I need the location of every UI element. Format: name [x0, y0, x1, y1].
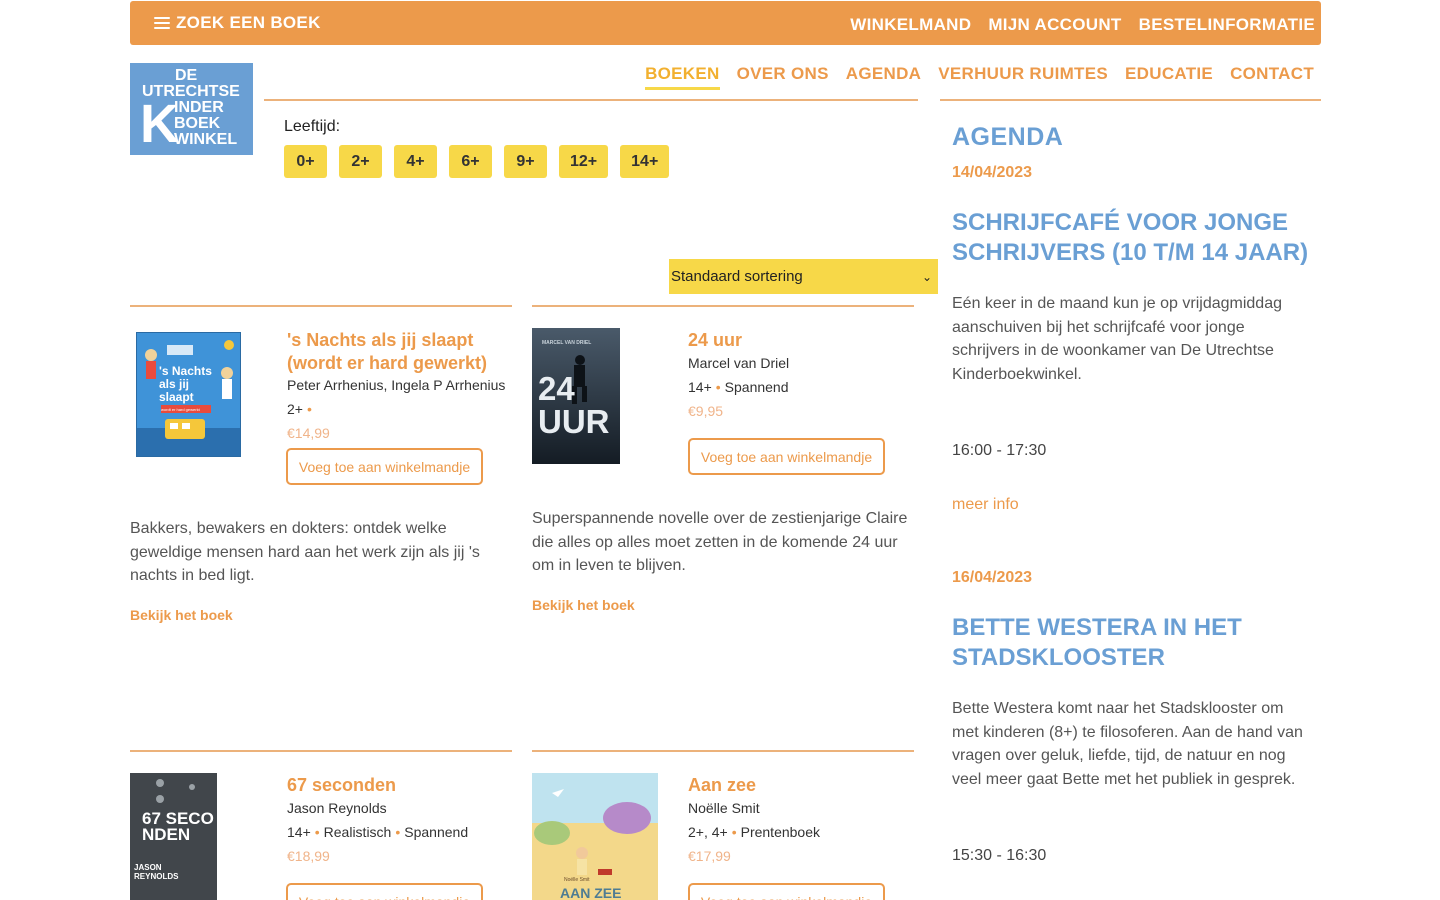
product-author: Noëlle Smit	[688, 800, 760, 816]
separator-dot: •	[314, 824, 320, 840]
product-price: €18,99	[287, 848, 330, 864]
product-price: €9,95	[688, 403, 724, 419]
divider	[940, 99, 1321, 101]
separator-dot: •	[731, 824, 737, 840]
nav-over-ons[interactable]: OVER ONS	[737, 64, 829, 90]
event-title[interactable]: SCHRIJFCAFÉ VOOR JONGE SCHRIJVERS (10 T/…	[952, 208, 1312, 268]
logo-text: BOEK	[174, 115, 221, 132]
product-tag[interactable]: Realistisch	[324, 824, 392, 840]
top-bar: ZOEK EEN BOEK WINKELMAND MIJN ACCOUNT BE…	[130, 1, 1321, 45]
search-book-label: ZOEK EEN BOEK	[176, 13, 321, 32]
add-to-cart-button[interactable]: Voeg toe aan winkelmandje	[688, 883, 885, 900]
product-price: €17,99	[688, 848, 731, 864]
product-author: Peter Arrhenius, Ingela P Arrhenius	[287, 377, 506, 393]
book-cover-title: 67 SECO NDEN	[142, 809, 214, 844]
utility-nav: WINKELMAND MIJN ACCOUNT BESTELINFORMATIE	[850, 15, 1315, 35]
event-time: 15:30 - 16:30	[952, 847, 1047, 864]
product-tags: 14+ • Spannend	[688, 379, 789, 395]
product-author: Marcel van Driel	[688, 355, 790, 371]
product-author: Jason Reynolds	[287, 800, 387, 816]
sort-dropdown-wrapper: Standaard sortering ⌄	[669, 259, 938, 294]
age-filter-14[interactable]: 14+	[620, 145, 670, 178]
product-tag[interactable]: Prentenboek	[741, 824, 820, 840]
sort-dropdown[interactable]: Standaard sortering	[669, 259, 938, 294]
add-to-cart-button[interactable]: Voeg toe aan winkelmandje	[688, 438, 885, 475]
book-cover[interactable]: MARCEL VAN DRIEL 24 UUR	[532, 328, 620, 464]
nav-verhuur-ruimtes[interactable]: VERHUUR RUIMTES	[938, 64, 1108, 90]
my-account-link[interactable]: MIJN ACCOUNT	[988, 15, 1121, 35]
card-divider	[130, 750, 512, 752]
age-filter-12[interactable]: 12+	[559, 145, 609, 178]
book-cover-title: 24 UUR	[538, 370, 610, 440]
product-description: Superspannende novelle over de zestienja…	[532, 510, 908, 574]
product-price: €14,99	[287, 425, 330, 441]
card-divider	[532, 305, 914, 307]
age-filter-6[interactable]: 6+	[449, 145, 492, 178]
nav-educatie[interactable]: EDUCATIE	[1125, 64, 1213, 90]
product-tag[interactable]: Spannend	[404, 824, 468, 840]
add-to-cart-button[interactable]: Voeg toe aan winkelmandje	[286, 448, 483, 485]
age-filter-0[interactable]: 0+	[284, 145, 327, 178]
product-title[interactable]: 's Nachts als jij slaapt (wordt er hard …	[287, 329, 507, 375]
book-cover-subtitle: wordt er hard gewerkt	[161, 407, 200, 412]
view-book-link[interactable]: Bekijk het boek	[532, 597, 635, 613]
event-date: 14/04/2023	[952, 164, 1033, 181]
age-filter-label: Leeftijd:	[284, 118, 341, 135]
event-date: 16/04/2023	[952, 569, 1033, 586]
divider	[264, 99, 918, 101]
site-logo[interactable]: DE UTRECHTSE K INDER BOEK WINKEL	[130, 63, 253, 155]
event-more-info-link[interactable]: meer info	[952, 496, 1019, 514]
order-info-link[interactable]: BESTELINFORMATIE	[1139, 15, 1315, 35]
product-tag[interactable]: 14+	[287, 824, 311, 840]
card-divider	[532, 750, 914, 752]
logo-text: WINKEL	[174, 131, 238, 148]
book-cover-author: MARCEL VAN DRIEL	[542, 340, 592, 346]
book-cover-illustration	[532, 773, 658, 900]
age-filter-9[interactable]: 9+	[504, 145, 547, 178]
age-filter-4[interactable]: 4+	[394, 145, 437, 178]
book-cover-author: JASON REYNOLDS	[134, 863, 179, 881]
book-cover-title: 's Nachts als jij slaapt	[159, 364, 212, 404]
event-time: 16:00 - 17:30	[952, 442, 1047, 459]
age-filter: 0+ 2+ 4+ 6+ 9+ 12+ 14+	[284, 145, 670, 178]
menu-icon	[154, 16, 170, 30]
product-tags: 2+, 4+ • Prentenboek	[688, 824, 820, 840]
card-divider	[130, 305, 512, 307]
product-description: Bakkers, bewakers en dokters: ontdek wel…	[130, 520, 480, 584]
nav-agenda[interactable]: AGENDA	[846, 64, 921, 90]
event-title[interactable]: BETTE WESTERA IN HET STADSKLOOSTER	[952, 613, 1312, 673]
event-description: Eén keer in de maand kun je op vrijdagmi…	[952, 295, 1282, 383]
view-book-link[interactable]: Bekijk het boek	[130, 607, 233, 623]
nav-boeken[interactable]: BOEKEN	[645, 64, 720, 90]
book-cover-title: AAN ZEE	[560, 885, 622, 900]
separator-dot: •	[395, 824, 401, 840]
separator-dot: •	[715, 379, 721, 395]
separator-dot: •	[306, 401, 312, 417]
event-description: Bette Westera komt naar het Stadsklooste…	[952, 700, 1303, 788]
book-cover[interactable]: 's Nachts als jij slaapt wordt er hard g…	[136, 332, 241, 457]
product-tags: 14+ • Realistisch • Spannend	[287, 824, 468, 840]
product-tag[interactable]: 2+, 4+	[688, 824, 728, 840]
book-cover[interactable]: Noëlle Smit AAN ZEE	[532, 773, 658, 900]
product-title[interactable]: 67 seconden	[287, 774, 507, 797]
product-tag[interactable]: 2+	[287, 401, 303, 417]
product-tag[interactable]: 14+	[688, 379, 712, 395]
cart-link[interactable]: WINKELMAND	[850, 15, 971, 35]
book-cover-author: Noëlle Smit	[564, 877, 590, 883]
product-tags: 2+ •	[287, 401, 316, 417]
main-nav: BOEKEN OVER ONS AGENDA VERHUUR RUIMTES E…	[645, 64, 1314, 90]
nav-contact[interactable]: CONTACT	[1230, 64, 1314, 90]
logo-text: DE	[175, 67, 198, 84]
search-book-button[interactable]: ZOEK EEN BOEK	[154, 13, 321, 33]
product-tag[interactable]: Spannend	[725, 379, 789, 395]
add-to-cart-button[interactable]: Voeg toe aan winkelmandje	[286, 883, 483, 900]
product-title[interactable]: Aan zee	[688, 774, 908, 797]
book-cover[interactable]: 67 SECO NDEN JASON REYNOLDS	[130, 773, 217, 900]
agenda-heading: AGENDA	[952, 123, 1064, 151]
logo-text: INDER	[174, 99, 224, 116]
age-filter-2[interactable]: 2+	[339, 145, 382, 178]
product-title[interactable]: 24 uur	[688, 329, 908, 352]
